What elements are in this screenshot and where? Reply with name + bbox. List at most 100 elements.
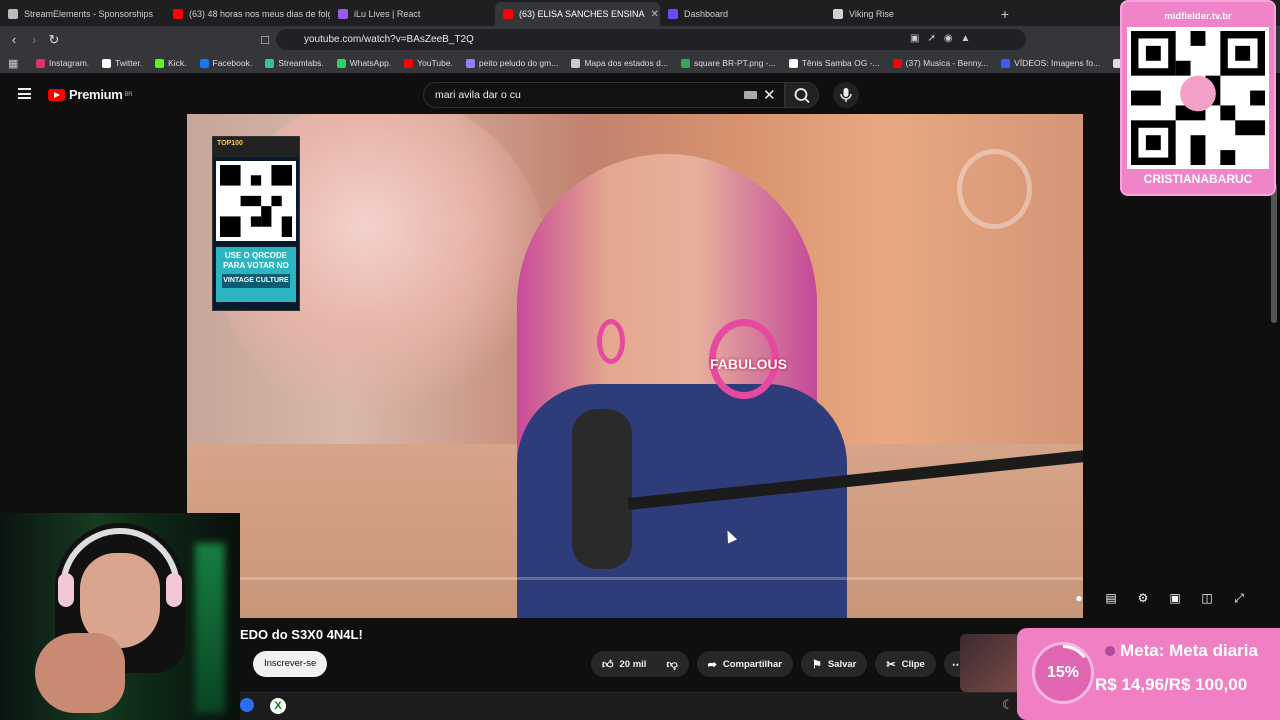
bookmark-label: WhatsApp. [349, 58, 392, 68]
browser-tab[interactable]: (63) 48 horas nos meus dias de folga [165, 2, 330, 26]
bookmark-item[interactable]: WhatsApp. [336, 58, 392, 68]
bookmark-label: YouTube. [417, 58, 453, 68]
bookmark-favicon-icon [265, 58, 275, 68]
youtube-logo[interactable]: Premium BR [48, 87, 133, 102]
youtube-play-icon [48, 88, 65, 101]
close-tab-icon[interactable]: ✕ [651, 9, 659, 20]
bookmark-item[interactable]: Tênis Samba OG -... [788, 58, 880, 68]
bookmark-favicon-icon [102, 58, 112, 68]
moon-icon[interactable]: ☾ [1002, 697, 1014, 713]
bookmark-item[interactable]: Mapa dos estados d... [571, 58, 668, 68]
bookmark-item[interactable]: Twitter. [102, 58, 142, 68]
new-tab-button[interactable]: + [990, 2, 1020, 26]
tab-favicon-icon [668, 9, 678, 19]
menu-icon[interactable] [18, 88, 31, 99]
search-button[interactable] [785, 82, 819, 108]
browser-tab[interactable]: Viking Rise [825, 2, 990, 26]
browser-tab[interactable]: iLu Lives | React [330, 2, 495, 26]
video-microphone [572, 409, 632, 569]
bookmark-item[interactable]: Streamlabs. [265, 58, 324, 68]
settings-gear-icon[interactable]: ⚙ [1134, 590, 1152, 606]
search-input[interactable]: mari avila dar o cu [423, 82, 785, 108]
save-label: Salvar [827, 658, 857, 670]
bookmark-save-icon: ⚑ [811, 658, 822, 671]
bookmark-favicon-icon [336, 58, 346, 68]
save-button[interactable]: ⚑ Salvar [800, 651, 868, 677]
voice-search-button[interactable] [833, 82, 859, 108]
tab-favicon-icon [338, 9, 348, 19]
qr-overlay-name: CRISTIANABARUC [1143, 172, 1253, 186]
apps-icon[interactable]: ▦ [8, 57, 18, 70]
recommended-thumbnail[interactable] [960, 634, 1020, 692]
bookmark-item[interactable]: YouTube. [404, 58, 453, 68]
bookmark-item[interactable]: VÍDEOS: Imagens fo... [1001, 58, 1100, 68]
webcam-background-light [195, 543, 225, 713]
bookmark-item[interactable]: Facebook. [199, 58, 253, 68]
like-button[interactable]: 👍︎ 20 mil 👎︎ [591, 651, 689, 677]
miniplayer-icon[interactable]: ▣ [1166, 590, 1184, 606]
bookmark-label: VÍDEOS: Imagens fo... [1014, 58, 1101, 68]
like-count: 20 mil [619, 658, 647, 670]
bookmark-icon[interactable]: □ [255, 32, 275, 47]
webcam-earcup-right [166, 573, 182, 607]
player-controls: ● ▤ ⚙ ▣ ◫ ⤢ [1070, 590, 1248, 606]
bookmark-favicon-icon [199, 58, 209, 68]
tab-label: (63) 48 horas nos meus dias de folga [189, 9, 330, 19]
address-bar-row: ‹ › ↻ □ youtube.com/watch?v=BAsZeeB_T2Q … [0, 26, 1280, 53]
fullscreen-icon[interactable]: ⤢ [1230, 590, 1248, 606]
clip-label: Clipe [901, 658, 925, 670]
share-label: Compartilhar [722, 658, 782, 670]
video-progress-bar[interactable] [240, 577, 1083, 580]
qr-code-icon [216, 161, 296, 241]
qr-card-brand: TOP100 [213, 137, 299, 157]
bookmark-item[interactable]: Instagram. [36, 58, 89, 68]
bookmark-favicon-icon [892, 58, 902, 68]
tab-label: (63) ELISA SANCHES ENSINA [519, 9, 645, 19]
bookmark-label: Facebook. [212, 58, 253, 68]
extension-icons[interactable]: ▣➚◉▲ [910, 33, 978, 44]
bookmark-item[interactable]: peito peludo do gm... [465, 58, 559, 68]
subscribe-button[interactable]: Inscrever-se [253, 651, 328, 677]
bookmark-favicon-icon [680, 58, 690, 68]
cast-icon[interactable]: ◫ [1198, 590, 1216, 606]
browser-app-icon[interactable] [240, 698, 254, 712]
bookmark-label: Mapa dos estados d... [584, 58, 668, 68]
tab-favicon-icon [833, 9, 843, 19]
video-earring-left [597, 319, 625, 364]
bookmark-label: Twitter. [115, 58, 143, 68]
bookmark-label: Instagram. [49, 58, 90, 68]
bookmark-label: peito peludo do gm... [478, 58, 559, 68]
autoplay-toggle-icon[interactable]: ● [1070, 590, 1088, 606]
forward-icon[interactable]: › [24, 32, 44, 47]
clip-button[interactable]: ✂ Clipe [875, 651, 936, 677]
subtitles-icon[interactable]: ▤ [1102, 590, 1120, 606]
clear-search-icon[interactable]: ✕ [763, 86, 776, 104]
reload-icon[interactable]: ↻ [44, 32, 64, 48]
keyboard-icon[interactable] [744, 91, 757, 99]
bookmark-favicon-icon [404, 58, 414, 68]
goal-progress-ring: 15% [1032, 642, 1094, 704]
browser-tab[interactable]: StreamElements - Sponsorships [0, 2, 165, 26]
webcam-earcup-left [58, 573, 74, 607]
bookmark-favicon-icon [36, 58, 45, 68]
browser-tab[interactable]: Dashboard [660, 2, 825, 26]
share-button[interactable]: ➦ Compartilhar [696, 651, 793, 677]
bookmark-favicon-icon [1001, 58, 1011, 68]
xbox-icon[interactable]: X [270, 698, 286, 714]
back-icon[interactable]: ‹ [4, 32, 24, 47]
microphone-icon [840, 88, 852, 102]
video-player[interactable]: FABULOUS TOP100 USE O QRCODE PARA VOTAR … [187, 114, 1083, 618]
bookmark-item[interactable]: square BR-PT.png -... [680, 58, 776, 68]
bookmark-item[interactable]: (37) Musica - Benny... [892, 58, 988, 68]
tab-label: Viking Rise [849, 9, 894, 19]
dislike-icon[interactable]: 👎︎ [666, 658, 677, 671]
bookmark-item[interactable]: Kick. [155, 58, 187, 68]
page-scrollbar[interactable] [1271, 183, 1277, 323]
qr-card-cta-brand: VINTAGE CULTURE [222, 274, 290, 288]
bookmark-label: Tênis Samba OG -... [801, 58, 880, 68]
browser-tab[interactable]: (63) ELISA SANCHES ENSINA ✕ [495, 2, 660, 26]
goal-label: Meta: Meta diaria [1120, 641, 1258, 660]
streamer-webcam [0, 513, 240, 720]
donation-goal-widget: 15% Meta: Meta diaria R$ 14,96/R$ 100,00 [1017, 628, 1280, 720]
webcam-person-hand [35, 633, 125, 713]
